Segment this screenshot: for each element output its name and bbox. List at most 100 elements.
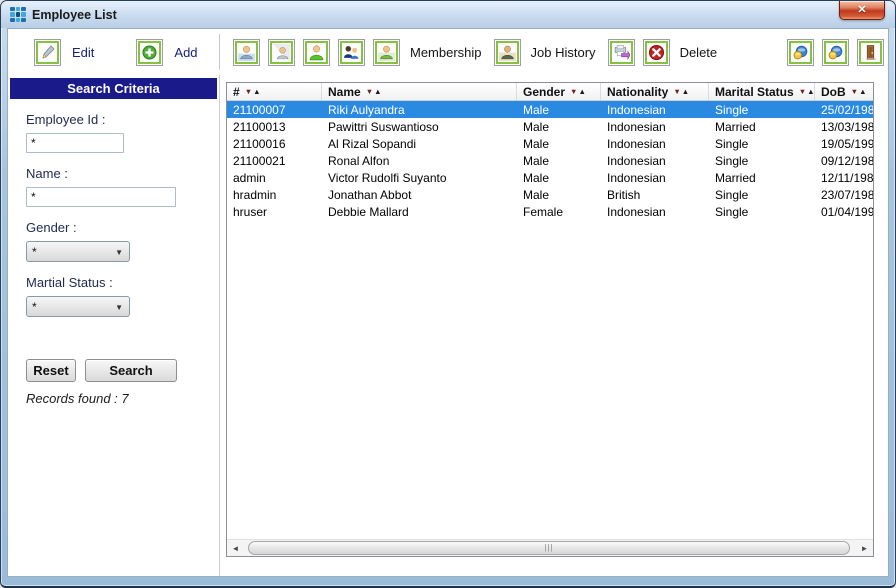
- window: Employee List ✕ Edit Add: [0, 0, 896, 588]
- table-cell: hruser: [227, 203, 322, 220]
- scrollbar-grip-icon: |||: [544, 544, 553, 552]
- sort-desc-icon[interactable]: ▼: [673, 87, 681, 96]
- table-cell: Victor Rudolfi Suyanto: [322, 169, 517, 186]
- table-cell: Female: [517, 203, 601, 220]
- family-button[interactable]: [338, 39, 365, 66]
- add-label: Add: [174, 45, 197, 60]
- sort-desc-icon[interactable]: ▼: [851, 87, 859, 96]
- employee-photo-button[interactable]: [268, 39, 295, 66]
- gender-select[interactable]: * ▼: [26, 241, 130, 262]
- table-cell: 19/05/1990: [815, 135, 873, 152]
- table-cell: Single: [709, 135, 815, 152]
- marital-status-label: Martial Status :: [26, 275, 217, 290]
- table-cell: British: [601, 186, 709, 203]
- job-history-label: Job History: [531, 45, 596, 60]
- table-cell: Single: [709, 152, 815, 169]
- sort-asc-icon[interactable]: ▲: [859, 87, 867, 96]
- column-header-gender[interactable]: Gender▼▲: [517, 83, 601, 100]
- sort-asc-icon[interactable]: ▲: [578, 87, 586, 96]
- table-cell: Male: [517, 169, 601, 186]
- table-cell: Ronal Alfon: [322, 152, 517, 169]
- personal-info-button[interactable]: [303, 39, 330, 66]
- search-buttons-row: Reset Search: [26, 359, 217, 382]
- table-cell: Indonesian: [601, 169, 709, 186]
- table-cell: Male: [517, 118, 601, 135]
- employee-view-button[interactable]: [233, 39, 260, 66]
- column-header-dob[interactable]: DoB▼▲: [815, 83, 874, 100]
- table-row[interactable]: adminVictor Rudolfi SuyantoMaleIndonesia…: [227, 169, 873, 186]
- titlebar[interactable]: Employee List ✕: [1, 1, 895, 28]
- table-cell: Indonesian: [601, 152, 709, 169]
- table-row[interactable]: hradminJonathan AbbotMaleBritishSingle23…: [227, 186, 873, 203]
- sort-desc-icon[interactable]: ▼: [799, 87, 807, 96]
- search-button[interactable]: Search: [85, 359, 177, 382]
- table-row[interactable]: 21100007Riki AulyandraMaleIndonesianSing…: [227, 101, 873, 118]
- table-cell: 21100016: [227, 135, 322, 152]
- sort-asc-icon[interactable]: ▲: [682, 87, 690, 96]
- sort-asc-icon[interactable]: ▲: [374, 87, 382, 96]
- grid-wrap: #▼▲Name▼▲Gender▼▲Nationality▼▲Marital St…: [220, 75, 888, 576]
- horizontal-scrollbar[interactable]: ◄ ||| ►: [227, 539, 873, 556]
- column-header-marital-status[interactable]: Marital Status▼▲: [709, 83, 815, 100]
- table-cell: 25/02/1985: [815, 101, 873, 118]
- sort-asc-icon[interactable]: ▲: [253, 87, 261, 96]
- marital-status-select-value: *: [32, 300, 37, 314]
- scroll-left-arrow-icon[interactable]: ◄: [227, 540, 244, 556]
- table-cell: Married: [709, 169, 815, 186]
- marital-status-select[interactable]: * ▼: [26, 296, 130, 317]
- add-plus-icon: [136, 39, 163, 66]
- table-cell: Married: [709, 118, 815, 135]
- gender-label: Gender :: [26, 220, 217, 235]
- table-cell: Indonesian: [601, 203, 709, 220]
- main-area: Search Criteria Employee Id : Name : Gen…: [8, 75, 888, 576]
- exit-door-button[interactable]: [857, 39, 884, 66]
- print-button[interactable]: [608, 39, 635, 66]
- window-title: Employee List: [32, 8, 117, 22]
- records-found-text: Records found : 7: [26, 391, 217, 406]
- app-grid-icon: [10, 7, 26, 23]
- table-cell: 21100021: [227, 152, 322, 169]
- gender-select-value: *: [32, 245, 37, 259]
- table-cell: Indonesian: [601, 118, 709, 135]
- reset-button[interactable]: Reset: [26, 359, 76, 382]
- refresh-data-button[interactable]: [787, 39, 814, 66]
- table-cell: Male: [517, 101, 601, 118]
- edit-button[interactable]: Edit: [34, 39, 94, 66]
- add-button[interactable]: Add: [136, 39, 197, 66]
- table-cell: 01/04/1990: [815, 203, 873, 220]
- column-header-nationality[interactable]: Nationality▼▲: [601, 83, 709, 100]
- table-row[interactable]: 21100021Ronal AlfonMaleIndonesianSingle0…: [227, 152, 873, 169]
- sort-desc-icon[interactable]: ▼: [245, 87, 253, 96]
- window-content: Edit Add: [7, 28, 889, 577]
- employee-id-input[interactable]: [26, 133, 124, 153]
- table-cell: Male: [517, 186, 601, 203]
- close-button[interactable]: ✕: [839, 1, 885, 20]
- table-cell: 12/11/1980: [815, 169, 873, 186]
- name-input[interactable]: [26, 187, 176, 207]
- table-row[interactable]: 21100016Al Rizal SopandiMaleIndonesianSi…: [227, 135, 873, 152]
- table-cell: Male: [517, 152, 601, 169]
- edit-pencil-icon: [34, 39, 61, 66]
- column-header--[interactable]: #▼▲: [227, 83, 322, 100]
- table-cell: Male: [517, 135, 601, 152]
- search-panel: Search Criteria Employee Id : Name : Gen…: [8, 75, 220, 576]
- delete-button[interactable]: [643, 39, 670, 66]
- scrollbar-thumb[interactable]: |||: [248, 541, 850, 555]
- job-history-button[interactable]: [494, 39, 521, 66]
- employee-grid: #▼▲Name▼▲Gender▼▲Nationality▼▲Marital St…: [226, 82, 874, 557]
- delete-label: Delete: [680, 45, 718, 60]
- sort-desc-icon[interactable]: ▼: [366, 87, 374, 96]
- scrollbar-track[interactable]: |||: [244, 540, 856, 556]
- name-label: Name :: [26, 166, 217, 181]
- table-cell: hradmin: [227, 186, 322, 203]
- table-row[interactable]: hruserDebbie MallardFemaleIndonesianSing…: [227, 203, 873, 220]
- export-data-button[interactable]: [822, 39, 849, 66]
- table-row[interactable]: 21100013Pawittri SuswantiosoMaleIndonesi…: [227, 118, 873, 135]
- membership-button[interactable]: [373, 39, 400, 66]
- table-cell: Indonesian: [601, 135, 709, 152]
- scroll-right-arrow-icon[interactable]: ►: [856, 540, 873, 556]
- table-cell: Indonesian: [601, 101, 709, 118]
- sort-asc-icon[interactable]: ▲: [807, 87, 815, 96]
- column-header-name[interactable]: Name▼▲: [322, 83, 517, 100]
- table-cell: 09/12/1980: [815, 152, 873, 169]
